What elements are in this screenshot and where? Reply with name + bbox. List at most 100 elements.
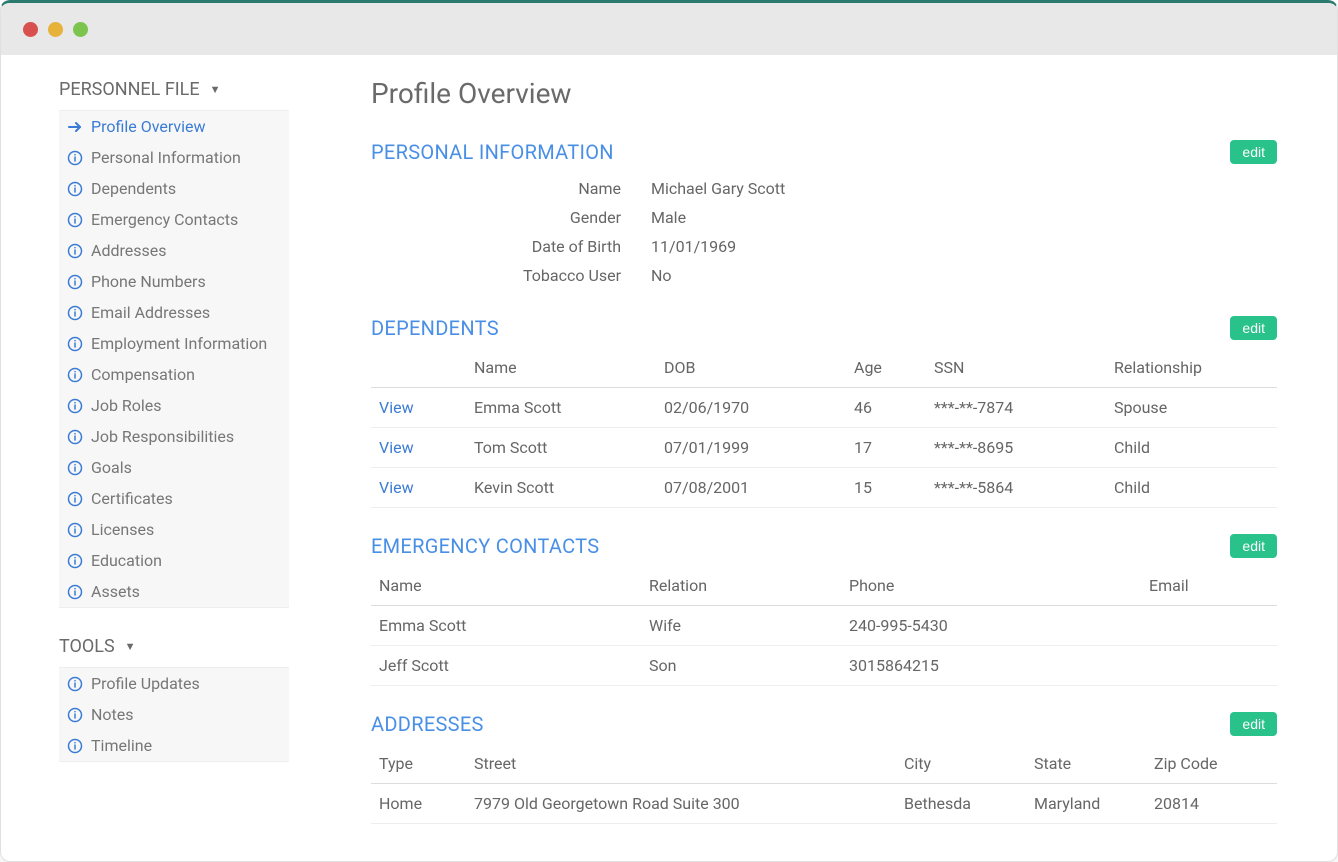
sidebar-item[interactable]: Profile Updates bbox=[59, 668, 289, 699]
table-header-cell: DOB bbox=[656, 348, 846, 388]
table-row: Jeff ScottSon3015864215 bbox=[371, 646, 1277, 686]
table-cell: 17 bbox=[846, 428, 926, 468]
table-header-cell bbox=[371, 348, 466, 388]
info-icon bbox=[67, 212, 83, 228]
table-cell: 240-995-5430 bbox=[841, 606, 1141, 646]
table-header-cell: Name bbox=[466, 348, 656, 388]
sidebar-item-label: Addresses bbox=[91, 241, 167, 260]
sidebar-item-label: Employment Information bbox=[91, 334, 267, 353]
kv-label: Date of Birth bbox=[371, 237, 651, 256]
sidebar-item-label: Notes bbox=[91, 705, 134, 724]
edit-addresses-button[interactable]: edit bbox=[1230, 712, 1277, 736]
sidebar-item-label: Profile Updates bbox=[91, 674, 200, 693]
sidebar-item-label: Goals bbox=[91, 458, 132, 477]
addresses-table: TypeStreetCityStateZip Code Home7979 Old… bbox=[371, 744, 1277, 824]
table-cell: 7979 Old Georgetown Road Suite 300 bbox=[466, 784, 896, 824]
sidebar-item-label: Education bbox=[91, 551, 162, 570]
sidebar-item-label: Compensation bbox=[91, 365, 195, 384]
sidebar-item[interactable]: Job Roles bbox=[59, 390, 289, 421]
sidebar-item[interactable]: Goals bbox=[59, 452, 289, 483]
info-icon bbox=[67, 584, 83, 600]
emergency-table: NameRelationPhoneEmail Emma ScottWife240… bbox=[371, 566, 1277, 686]
maximize-window-button[interactable] bbox=[73, 22, 88, 37]
table-cell: View bbox=[371, 468, 466, 508]
table-header-cell: Zip Code bbox=[1146, 744, 1277, 784]
sidebar-item-label: Email Addresses bbox=[91, 303, 210, 322]
kv-row: Tobacco UserNo bbox=[371, 261, 1277, 290]
kv-label: Tobacco User bbox=[371, 266, 651, 285]
info-icon bbox=[67, 274, 83, 290]
sidebar-item[interactable]: Addresses bbox=[59, 235, 289, 266]
sidebar-item[interactable]: Certificates bbox=[59, 483, 289, 514]
sidebar-item[interactable]: Dependents bbox=[59, 173, 289, 204]
info-icon bbox=[67, 150, 83, 166]
content-area: PERSONNEL FILE▼ Profile Overview Personal … bbox=[1, 55, 1337, 861]
info-icon bbox=[67, 243, 83, 259]
table-header-cell: City bbox=[896, 744, 1026, 784]
close-window-button[interactable] bbox=[23, 22, 38, 37]
sidebar-item[interactable]: Education bbox=[59, 545, 289, 576]
page-title: Profile Overview bbox=[371, 77, 1277, 110]
sidebar-group-header[interactable]: PERSONNEL FILE▼ bbox=[59, 73, 289, 110]
sidebar-item[interactable]: Licenses bbox=[59, 514, 289, 545]
table-header-cell: Phone bbox=[841, 566, 1141, 606]
info-icon bbox=[67, 460, 83, 476]
sidebar-list: Profile Updates Notes Timeline bbox=[59, 667, 289, 762]
table-cell: 15 bbox=[846, 468, 926, 508]
table-cell: View bbox=[371, 428, 466, 468]
info-icon bbox=[67, 553, 83, 569]
sidebar-item[interactable]: Profile Overview bbox=[59, 111, 289, 142]
table-cell: 02/06/1970 bbox=[656, 388, 846, 428]
sidebar-item[interactable]: Phone Numbers bbox=[59, 266, 289, 297]
sidebar-group-header[interactable]: TOOLS▼ bbox=[59, 630, 289, 667]
sidebar-item[interactable]: Email Addresses bbox=[59, 297, 289, 328]
sidebar-item[interactable]: Timeline bbox=[59, 730, 289, 761]
sidebar-item-label: Emergency Contacts bbox=[91, 210, 238, 229]
table-cell: Child bbox=[1106, 428, 1277, 468]
section-emergency: EMERGENCY CONTACTS edit NameRelationPhon… bbox=[371, 534, 1277, 686]
sidebar-item-label: Phone Numbers bbox=[91, 272, 206, 291]
view-link[interactable]: View bbox=[379, 438, 414, 457]
info-icon bbox=[67, 367, 83, 383]
table-cell bbox=[1141, 606, 1277, 646]
edit-personal-button[interactable]: edit bbox=[1230, 140, 1277, 164]
dependents-table: NameDOBAgeSSNRelationship ViewEmma Scott… bbox=[371, 348, 1277, 508]
table-cell: 07/01/1999 bbox=[656, 428, 846, 468]
table-header-cell: Email bbox=[1141, 566, 1277, 606]
info-icon bbox=[67, 738, 83, 754]
table-cell: View bbox=[371, 388, 466, 428]
sidebar-item[interactable]: Emergency Contacts bbox=[59, 204, 289, 235]
view-link[interactable]: View bbox=[379, 478, 414, 497]
sidebar: PERSONNEL FILE▼ Profile Overview Personal … bbox=[1, 55, 311, 861]
sidebar-item[interactable]: Notes bbox=[59, 699, 289, 730]
minimize-window-button[interactable] bbox=[48, 22, 63, 37]
arrow-right-icon bbox=[67, 119, 83, 135]
info-icon bbox=[67, 491, 83, 507]
sidebar-item[interactable]: Personal Information bbox=[59, 142, 289, 173]
sidebar-item-label: Dependents bbox=[91, 179, 176, 198]
section-title-emergency: EMERGENCY CONTACTS bbox=[371, 534, 599, 558]
section-title-personal: PERSONAL INFORMATION bbox=[371, 140, 614, 164]
table-cell: Child bbox=[1106, 468, 1277, 508]
edit-emergency-button[interactable]: edit bbox=[1230, 534, 1277, 558]
view-link[interactable]: View bbox=[379, 398, 414, 417]
sidebar-item[interactable]: Compensation bbox=[59, 359, 289, 390]
table-header-cell: Type bbox=[371, 744, 466, 784]
table-cell: Jeff Scott bbox=[371, 646, 641, 686]
sidebar-item-label: Assets bbox=[91, 582, 140, 601]
sidebar-item-label: Certificates bbox=[91, 489, 173, 508]
edit-dependents-button[interactable]: edit bbox=[1230, 316, 1277, 340]
kv-row: GenderMale bbox=[371, 203, 1277, 232]
kv-value: 11/01/1969 bbox=[651, 237, 1277, 256]
info-icon bbox=[67, 707, 83, 723]
table-header-cell: State bbox=[1026, 744, 1146, 784]
sidebar-item[interactable]: Job Responsibilities bbox=[59, 421, 289, 452]
sidebar-item[interactable]: Assets bbox=[59, 576, 289, 607]
sidebar-item[interactable]: Employment Information bbox=[59, 328, 289, 359]
sidebar-item-label: Profile Overview bbox=[91, 117, 206, 136]
table-row: ViewTom Scott07/01/199917***-**-8695Chil… bbox=[371, 428, 1277, 468]
table-cell: Emma Scott bbox=[371, 606, 641, 646]
table-header-cell: Street bbox=[466, 744, 896, 784]
sidebar-item-label: Timeline bbox=[91, 736, 152, 755]
table-row: ViewEmma Scott02/06/197046***-**-7874Spo… bbox=[371, 388, 1277, 428]
